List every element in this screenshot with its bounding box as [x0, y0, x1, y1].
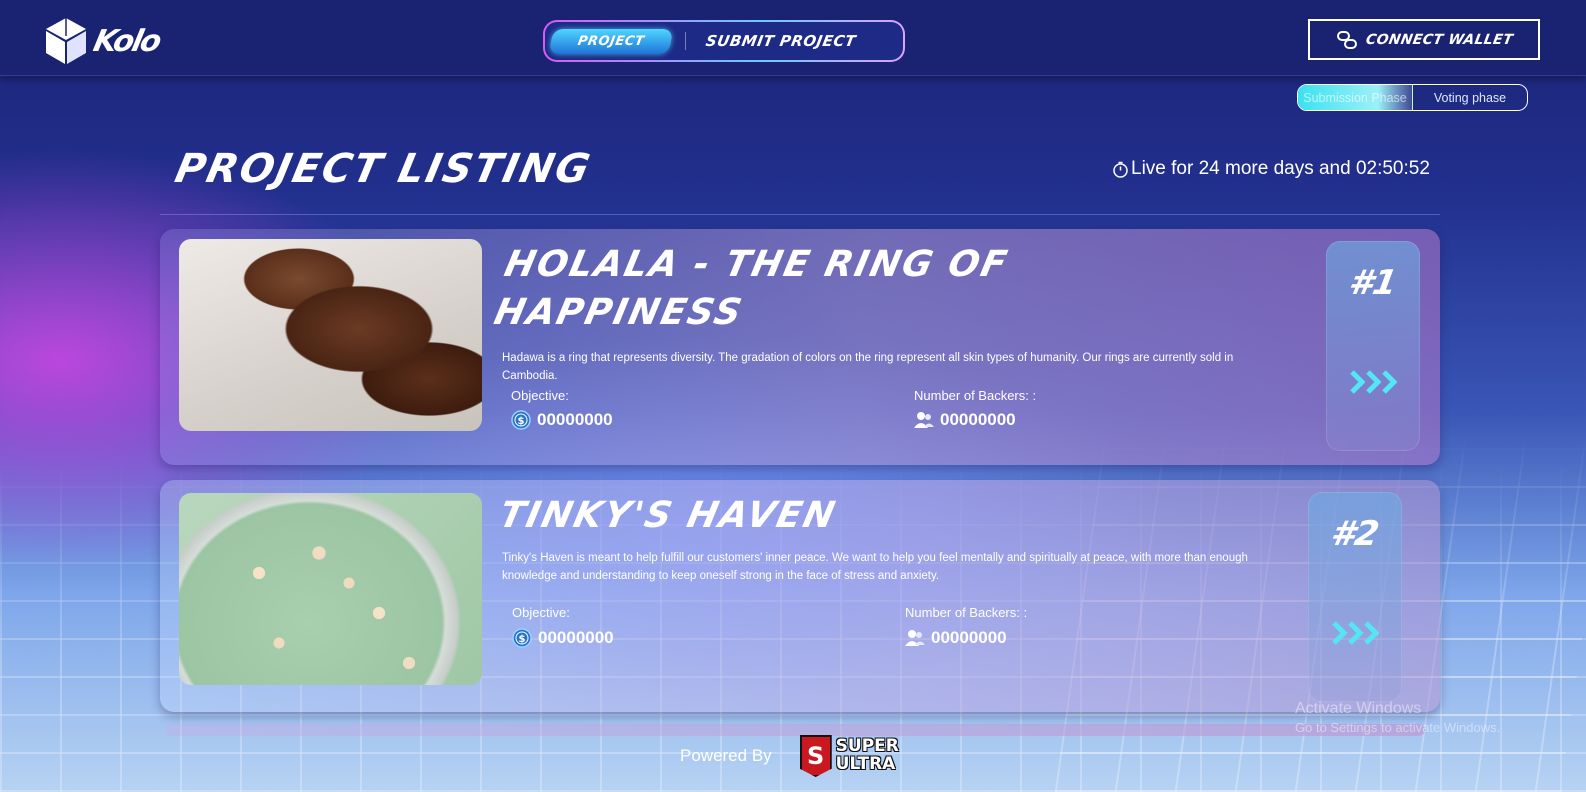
- tab-project[interactable]: Project: [548, 28, 674, 54]
- project-title: Holala - The Ring of Happiness: [490, 244, 1013, 333]
- nav-divider: [685, 32, 686, 50]
- backers-value: 00000000: [905, 628, 1007, 648]
- submission-phase-option[interactable]: Submission Phase: [1298, 85, 1413, 110]
- main-nav: Project Submit Project: [543, 20, 905, 62]
- logo-text: Kolo: [90, 23, 163, 59]
- brand-wordmark: SUPER ULTRA: [835, 736, 899, 774]
- project-card[interactable]: Holala - The Ring of Happiness Hadawa is…: [160, 229, 1440, 465]
- backers-count: 00000000: [931, 628, 1007, 647]
- project-image: [179, 239, 482, 431]
- objective-label: Objective:: [512, 605, 570, 620]
- cube-logo-icon: [46, 18, 86, 64]
- project-card[interactable]: Tinky's Haven Tinky's Haven is meant to …: [160, 480, 1440, 712]
- footer: Powered By S SUPER ULTRA: [680, 733, 910, 779]
- connect-wallet-label: Connect Wallet: [1364, 31, 1514, 48]
- objective-label: Objective:: [511, 388, 569, 403]
- objective-amount: 00000000: [537, 410, 613, 429]
- countdown-text: Live for 24 more days and 02:50:52: [1131, 158, 1430, 179]
- backers-value: 00000000: [914, 410, 1016, 430]
- link-icon: [1336, 30, 1357, 49]
- phase-toggle: Submission Phase Voting phase: [1297, 84, 1528, 111]
- project-rank-panel[interactable]: #1: [1326, 241, 1420, 451]
- project-rank-panel[interactable]: #2: [1308, 492, 1402, 702]
- countdown: Live for 24 more days and 02:50:52: [1112, 158, 1430, 180]
- timer-icon: [1113, 161, 1128, 178]
- objective-amount: 00000000: [538, 628, 614, 647]
- usd-coin-icon: $: [512, 628, 532, 648]
- rank-number: #1: [1345, 263, 1401, 303]
- triple-chevron-right-icon: [1350, 370, 1398, 394]
- objective-value: $ 00000000: [512, 628, 614, 648]
- project-title: Tinky's Haven: [495, 495, 841, 536]
- logo[interactable]: Kolo: [44, 16, 163, 66]
- brand-badge: S: [799, 735, 832, 777]
- super-ultra-logo[interactable]: S SUPER ULTRA: [799, 733, 910, 779]
- svg-text:$: $: [519, 634, 526, 645]
- backers-count: 00000000: [940, 410, 1016, 429]
- connect-wallet-button[interactable]: Connect Wallet: [1308, 19, 1540, 60]
- users-icon: [914, 412, 934, 428]
- objective-value: $ 00000000: [511, 410, 613, 430]
- users-icon: [905, 630, 925, 646]
- backers-label: Number of Backers: :: [914, 388, 1037, 403]
- page-title: Project Listing: [171, 146, 596, 192]
- usd-coin-icon: $: [511, 410, 531, 430]
- backers-label: Number of Backers: :: [905, 605, 1028, 620]
- powered-by-text: Powered By: [680, 746, 772, 765]
- project-description: Tinky's Haven is meant to help fulfill o…: [502, 552, 1248, 582]
- svg-text:$: $: [518, 416, 525, 427]
- activate-windows-watermark: Activate Windows Go to Settings to activ…: [1295, 700, 1501, 735]
- project-image: [179, 493, 482, 685]
- top-header: Kolo Project Submit Project Connect Wall…: [0, 0, 1586, 76]
- title-divider: [160, 214, 1440, 215]
- tab-submit-project[interactable]: Submit Project: [704, 32, 857, 50]
- rank-number: #2: [1327, 514, 1383, 554]
- triple-chevron-right-icon: [1332, 621, 1380, 645]
- project-description: Hadawa is a ring that represents diversi…: [502, 352, 1234, 382]
- voting-phase-option[interactable]: Voting phase: [1413, 85, 1527, 110]
